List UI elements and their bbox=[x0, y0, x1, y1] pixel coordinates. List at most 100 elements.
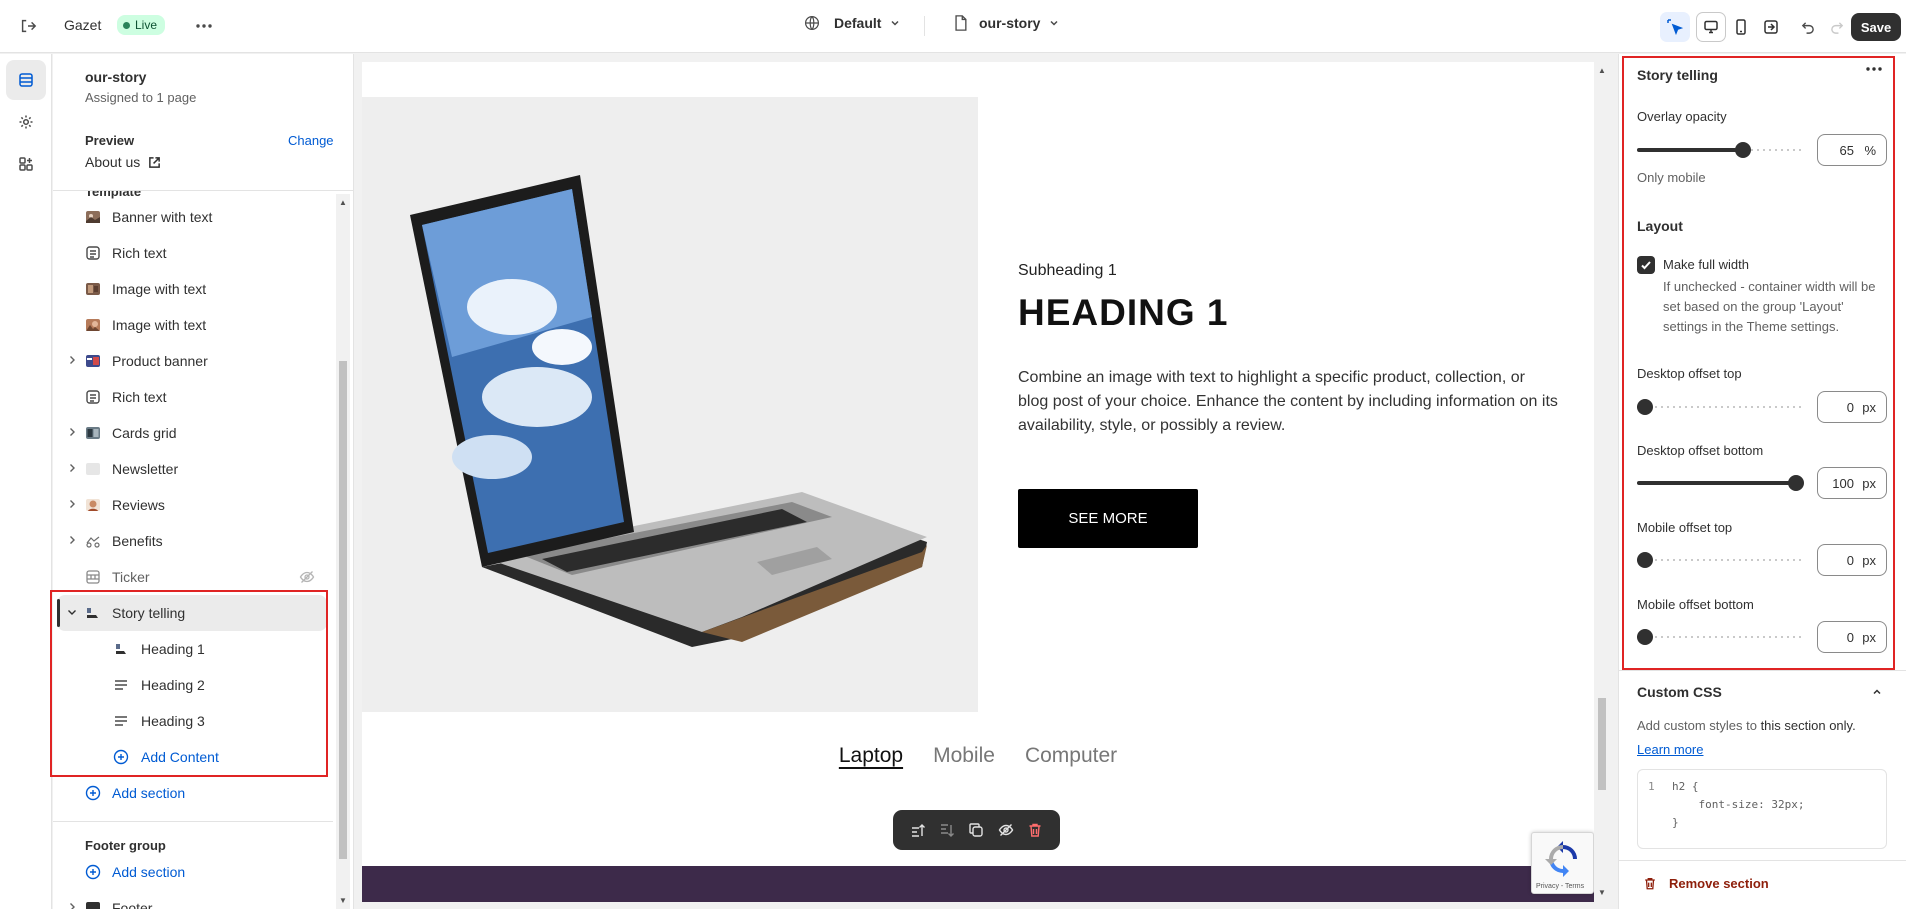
scroll-up-icon[interactable]: ▲ bbox=[339, 198, 347, 207]
block-item-label: Heading 1 bbox=[141, 641, 205, 657]
preview-page-link[interactable]: About us bbox=[85, 154, 161, 170]
block-item-heading-1[interactable]: Heading 1 bbox=[53, 631, 333, 667]
slider-knob[interactable] bbox=[1735, 142, 1752, 158]
add-section-button[interactable]: Add section bbox=[53, 775, 333, 811]
sidebar-scrollbar[interactable]: ▲ ▼ bbox=[336, 194, 350, 909]
section-item-reviews[interactable]: Reviews bbox=[53, 487, 333, 523]
mobile-offset-bottom-input[interactable]: 0 px bbox=[1817, 621, 1887, 653]
preview-scrollbar[interactable]: ▲ ▼ bbox=[1595, 62, 1609, 902]
save-button[interactable]: Save bbox=[1851, 13, 1901, 41]
scrollbar-thumb[interactable] bbox=[1598, 698, 1606, 790]
chevron-down-icon[interactable] bbox=[67, 607, 77, 617]
slider-knob[interactable] bbox=[1637, 552, 1653, 568]
hide-icon[interactable] bbox=[996, 820, 1016, 840]
scroll-down-icon[interactable]: ▼ bbox=[339, 896, 347, 905]
scroll-up-icon[interactable]: ▲ bbox=[1598, 66, 1606, 75]
line-number: 1 bbox=[1648, 780, 1655, 793]
overlay-opacity-slider[interactable] bbox=[1637, 142, 1804, 158]
move-up-icon[interactable] bbox=[908, 820, 928, 840]
left-rail bbox=[0, 54, 52, 909]
image-thumbnail-icon bbox=[113, 641, 129, 657]
chevron-right-icon[interactable] bbox=[67, 902, 77, 909]
preview-page-label: About us bbox=[85, 154, 141, 170]
chevron-right-icon[interactable] bbox=[67, 463, 77, 473]
trash-icon bbox=[1645, 878, 1655, 890]
theme-selector-label: Default bbox=[834, 15, 882, 31]
footer-add-section-button[interactable]: Add section bbox=[53, 854, 333, 890]
learn-more-link[interactable]: Learn more bbox=[1637, 742, 1703, 757]
exit-icon[interactable] bbox=[18, 16, 38, 36]
more-actions-icon[interactable] bbox=[1865, 66, 1883, 72]
story-subheading: Subheading 1 bbox=[1018, 262, 1117, 279]
desktop-view-button[interactable] bbox=[1696, 12, 1726, 42]
move-down-icon[interactable] bbox=[937, 820, 957, 840]
section-item-image-with-text[interactable]: Image with text bbox=[53, 271, 333, 307]
delete-icon[interactable] bbox=[1025, 820, 1045, 840]
divider bbox=[53, 821, 333, 822]
sections-icon bbox=[19, 73, 33, 87]
add-section-label: Add section bbox=[112, 864, 186, 880]
theme-settings-nav-button[interactable] bbox=[6, 102, 46, 142]
mobile-offset-top-input[interactable]: 0 px bbox=[1817, 544, 1887, 576]
desktop-offset-top-slider[interactable] bbox=[1637, 399, 1804, 415]
page-selector[interactable]: our-story bbox=[953, 15, 1060, 31]
custom-css-heading[interactable]: Custom CSS bbox=[1637, 684, 1722, 700]
block-floating-toolbar bbox=[893, 810, 1060, 850]
section-item-newsletter[interactable]: Newsletter bbox=[53, 451, 333, 487]
redo-button[interactable] bbox=[1822, 12, 1852, 42]
more-actions-icon[interactable] bbox=[193, 16, 215, 36]
section-item-cards-grid[interactable]: Cards grid bbox=[53, 415, 333, 451]
sections-nav-button[interactable] bbox=[6, 60, 46, 100]
theme-selector[interactable]: Default bbox=[804, 15, 901, 31]
slider-knob[interactable] bbox=[1637, 629, 1653, 645]
full-width-checkbox[interactable] bbox=[1637, 256, 1655, 274]
section-item-rich-text[interactable]: Rich text bbox=[53, 235, 333, 271]
section-item-benefits[interactable]: Benefits bbox=[53, 523, 333, 559]
chevron-right-icon[interactable] bbox=[67, 427, 77, 437]
slider-knob[interactable] bbox=[1637, 399, 1653, 415]
scroll-down-icon[interactable]: ▼ bbox=[1598, 888, 1606, 897]
section-item-banner-with-text[interactable]: Banner with text bbox=[53, 199, 333, 235]
overlay-opacity-input[interactable]: 65 % bbox=[1817, 134, 1887, 166]
section-item-ticker[interactable]: Ticker bbox=[53, 559, 333, 595]
fullscreen-view-button[interactable] bbox=[1756, 12, 1786, 42]
mobile-offset-bottom-slider[interactable] bbox=[1637, 629, 1804, 645]
duplicate-icon[interactable] bbox=[966, 820, 986, 840]
chevron-right-icon[interactable] bbox=[67, 535, 77, 545]
apps-nav-button[interactable] bbox=[6, 144, 46, 184]
tab-computer[interactable]: Computer bbox=[1025, 744, 1117, 768]
desktop-offset-bottom-slider[interactable] bbox=[1637, 475, 1804, 491]
mobile-offset-top-slider[interactable] bbox=[1637, 552, 1804, 568]
recaptcha-badge[interactable]: Privacy - Terms bbox=[1531, 832, 1594, 894]
mobile-view-button[interactable] bbox=[1726, 12, 1756, 42]
section-item-product-banner[interactable]: Product banner bbox=[53, 343, 333, 379]
section-item-story-telling[interactable]: Story telling bbox=[57, 595, 327, 631]
chevron-right-icon[interactable] bbox=[67, 355, 77, 365]
slider-knob[interactable] bbox=[1788, 475, 1804, 491]
tab-laptop[interactable]: Laptop bbox=[839, 744, 903, 768]
section-item-rich-text[interactable]: Rich text bbox=[53, 379, 333, 415]
desktop-offset-top-input[interactable]: 0 px bbox=[1817, 391, 1887, 423]
section-item-footer[interactable]: Footer bbox=[53, 890, 333, 909]
remove-section-button[interactable]: Remove section bbox=[1643, 876, 1769, 891]
chevron-right-icon[interactable] bbox=[67, 499, 77, 509]
desktop-offset-bottom-input[interactable]: 100 px bbox=[1817, 467, 1887, 499]
status-badge-label: Live bbox=[135, 18, 158, 32]
eye-off-icon[interactable] bbox=[299, 569, 315, 585]
block-item-heading-3[interactable]: Heading 3 bbox=[53, 703, 333, 739]
storefront-preview[interactable]: Subheading 1 HEADING 1 Combine an image … bbox=[362, 62, 1594, 902]
change-preview-link[interactable]: Change bbox=[288, 133, 334, 148]
inspector-select-button[interactable] bbox=[1660, 12, 1690, 42]
scrollbar-thumb[interactable] bbox=[339, 361, 347, 859]
custom-css-editor[interactable]: 1 h2 { font-size: 32px; } bbox=[1637, 769, 1887, 849]
tab-mobile[interactable]: Mobile bbox=[933, 744, 995, 768]
block-item-heading-2[interactable]: Heading 2 bbox=[53, 667, 333, 703]
chevron-up-icon[interactable] bbox=[1871, 686, 1883, 698]
see-more-button[interactable]: SEE MORE bbox=[1018, 489, 1198, 548]
add-content-button[interactable]: Add Content bbox=[53, 739, 333, 775]
slider-track bbox=[1637, 636, 1804, 638]
recaptcha-terms[interactable]: Privacy - Terms bbox=[1536, 883, 1584, 890]
unit-label: px bbox=[1862, 399, 1876, 415]
section-item-image-with-text[interactable]: Image with text bbox=[53, 307, 333, 343]
undo-button[interactable] bbox=[1792, 12, 1822, 42]
